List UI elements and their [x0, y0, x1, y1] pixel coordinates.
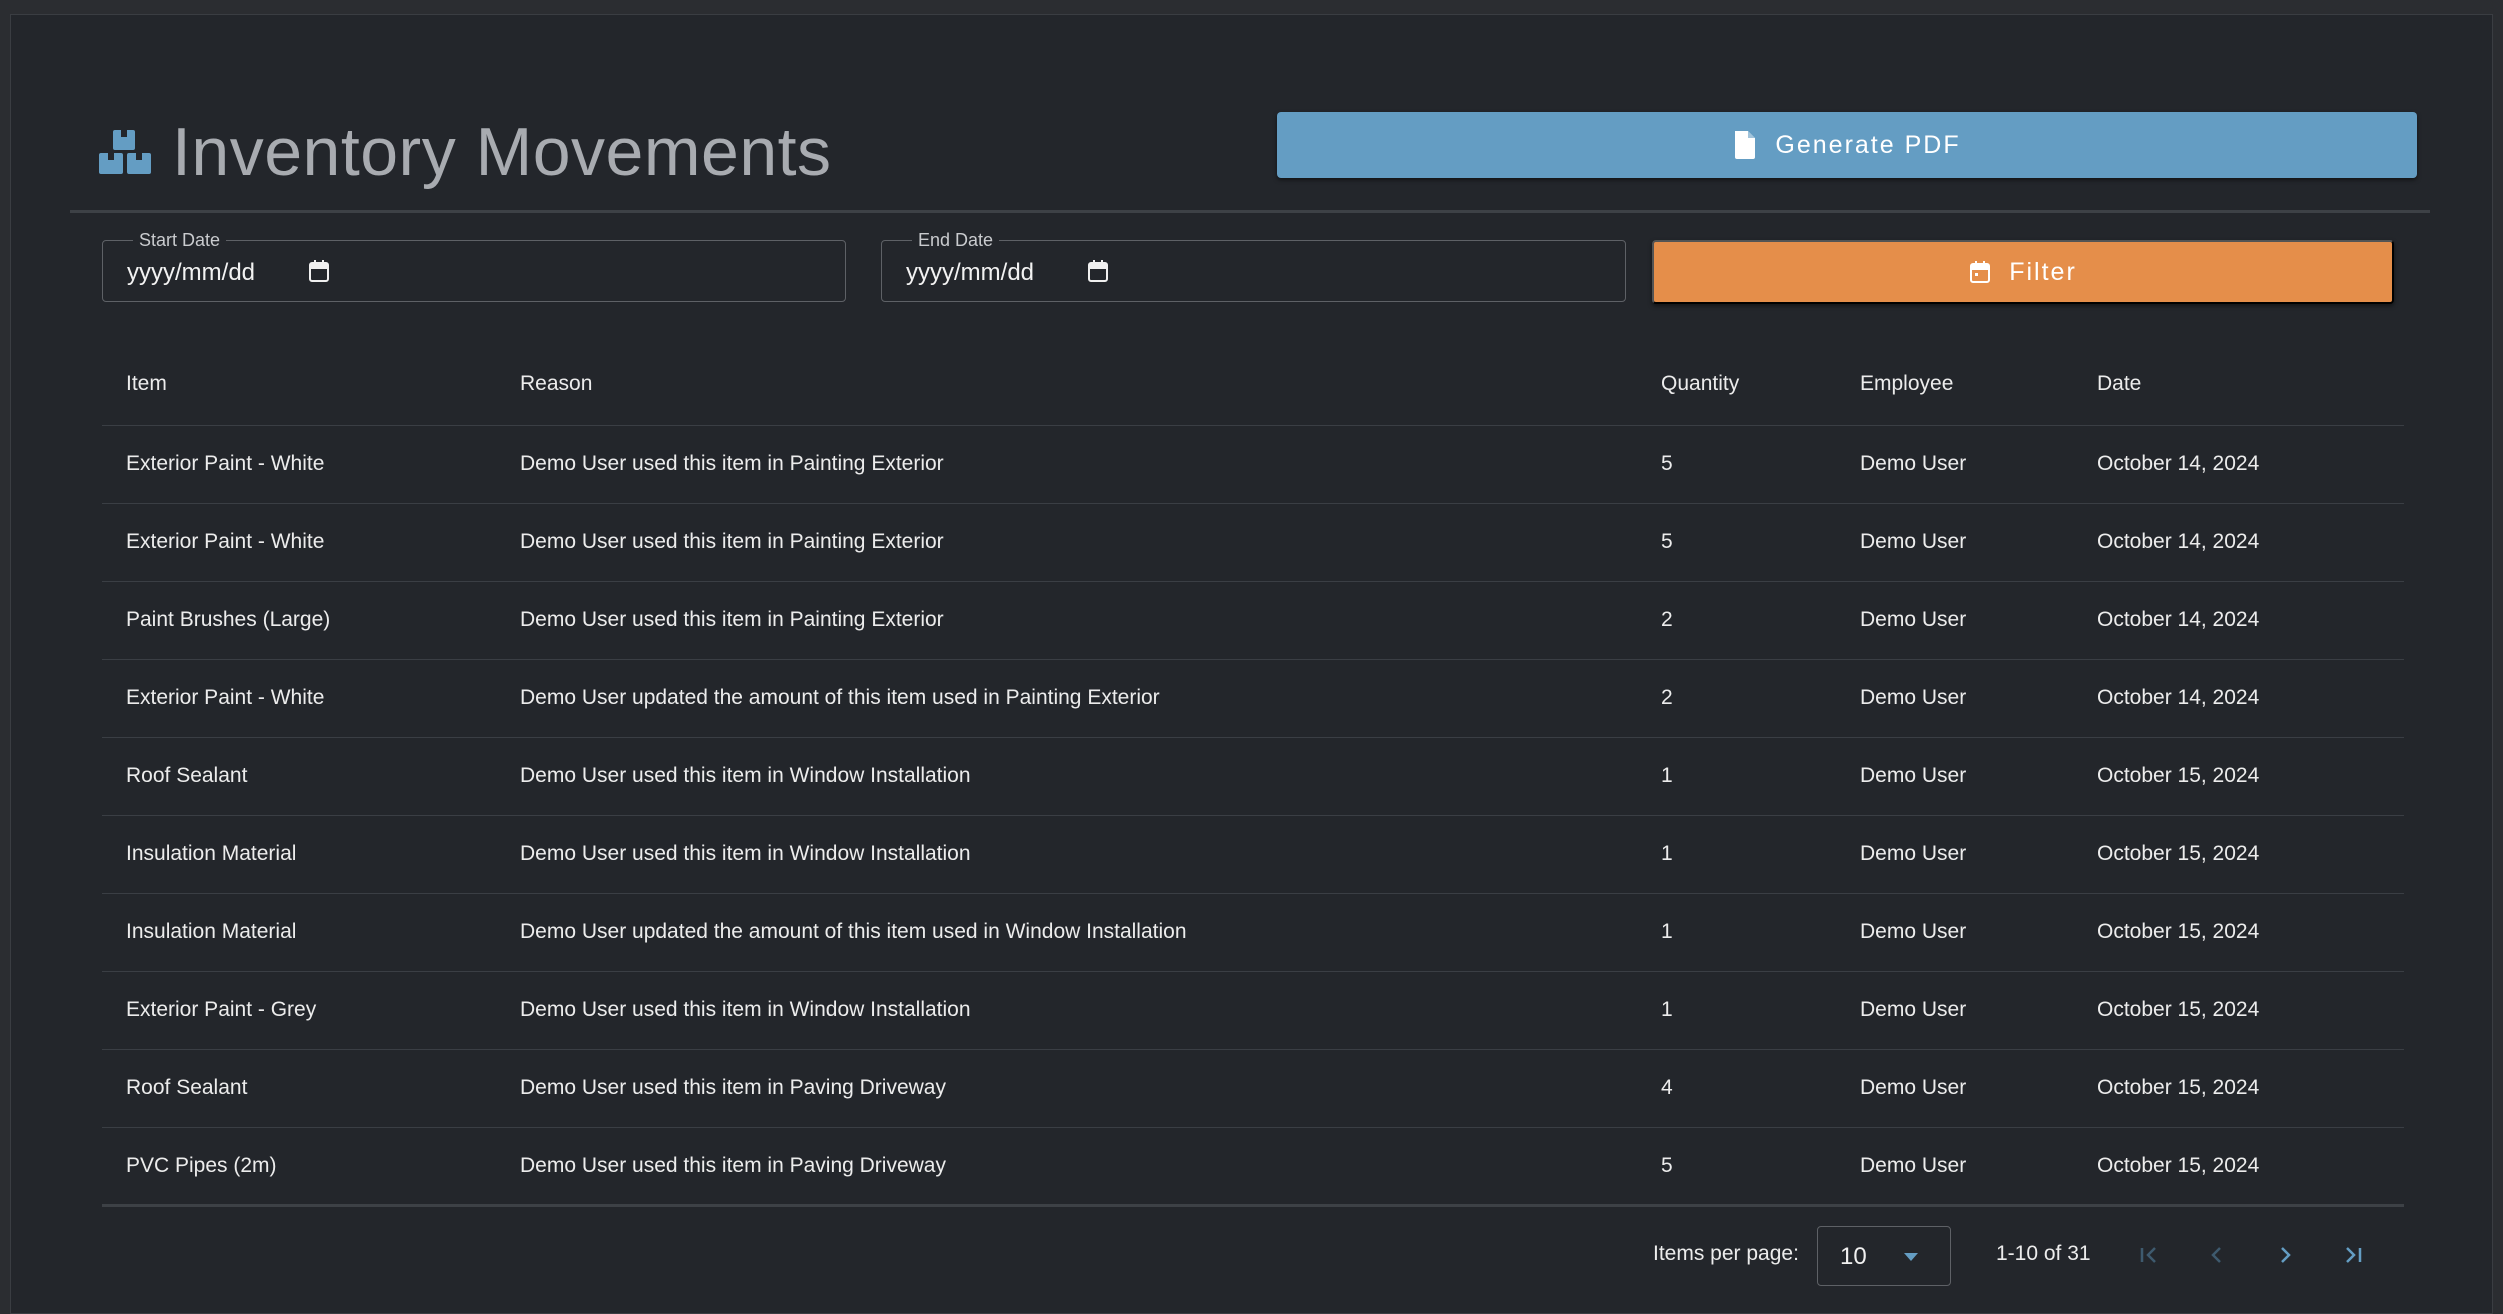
- cell-date: October 15, 2024: [2073, 1127, 2404, 1207]
- cell-employee: Demo User: [1836, 737, 2073, 816]
- cell-date: October 14, 2024: [2073, 581, 2404, 660]
- cell-quantity: 1: [1637, 815, 1836, 894]
- table-row[interactable]: Exterior Paint - White Demo User updated …: [102, 659, 2404, 738]
- calendar-picker-icon[interactable]: [308, 259, 330, 283]
- end-date-legend: End Date: [912, 230, 1000, 251]
- cell-employee: Demo User: [1836, 425, 2073, 504]
- end-date-field[interactable]: End Date yyyy/mm/dd: [881, 230, 1626, 302]
- items-per-page-value: 10: [1840, 1243, 1867, 1270]
- generate-pdf-button[interactable]: Generate PDF: [1277, 112, 2417, 178]
- cell-item: Exterior Paint - White: [102, 503, 496, 582]
- boxes-icon: [99, 130, 151, 174]
- cell-employee: Demo User: [1836, 815, 2073, 894]
- cell-date: October 15, 2024: [2073, 737, 2404, 816]
- cell-employee: Demo User: [1836, 893, 2073, 972]
- cell-item: Exterior Paint - White: [102, 425, 496, 504]
- table-header-row: Item Reason Quantity Employee Date: [102, 343, 2404, 426]
- previous-page-icon[interactable]: [2202, 1240, 2232, 1270]
- next-page-icon[interactable]: [2270, 1240, 2300, 1270]
- column-header-employee[interactable]: Employee: [1836, 343, 2073, 426]
- table-row[interactable]: Exterior Paint - White Demo User used thi…: [102, 503, 2404, 582]
- paginator: Items per page: 10 1-10 of 31: [1650, 1226, 2410, 1290]
- cell-date: October 14, 2024: [2073, 503, 2404, 582]
- cell-item: Paint Brushes (Large): [102, 581, 496, 660]
- column-header-reason[interactable]: Reason: [496, 343, 1637, 426]
- cell-reason: Demo User used this item in Paving Drive…: [496, 1049, 1637, 1128]
- cell-date: October 14, 2024: [2073, 659, 2404, 738]
- cell-quantity: 5: [1637, 425, 1836, 504]
- cell-quantity: 5: [1637, 503, 1836, 582]
- cell-item: Exterior Paint - Grey: [102, 971, 496, 1050]
- cell-employee: Demo User: [1836, 659, 2073, 738]
- cell-item: Exterior Paint - White: [102, 659, 496, 738]
- cell-date: October 14, 2024: [2073, 425, 2404, 504]
- movements-table: Item Reason Quantity Employee Date Exter…: [102, 343, 2404, 1207]
- column-header-item[interactable]: Item: [102, 343, 496, 426]
- column-header-date[interactable]: Date: [2073, 343, 2404, 426]
- cell-reason: Demo User used this item in Window Insta…: [496, 971, 1637, 1050]
- calendar-picker-icon[interactable]: [1087, 259, 1109, 283]
- items-per-page-select[interactable]: 10: [1817, 1226, 1951, 1286]
- table-body: Exterior Paint - White Demo User used thi…: [102, 425, 2404, 1207]
- cell-quantity: 5: [1637, 1127, 1836, 1207]
- table-row[interactable]: Exterior Paint - White Demo User used thi…: [102, 425, 2404, 504]
- start-date-legend: Start Date: [133, 230, 227, 251]
- filter-button[interactable]: Filter: [1652, 240, 2394, 304]
- start-date-field[interactable]: Start Date yyyy/mm/dd: [102, 230, 846, 302]
- cell-reason: Demo User used this item in Paving Drive…: [496, 1127, 1637, 1207]
- calendar-icon: [1970, 261, 1991, 283]
- cell-item: PVC Pipes (2m): [102, 1127, 496, 1207]
- cell-employee: Demo User: [1836, 1049, 2073, 1128]
- title-wrap: Inventory Movements: [98, 110, 832, 194]
- cell-date: October 15, 2024: [2073, 893, 2404, 972]
- table-row[interactable]: Paint Brushes (Large) Demo User used this…: [102, 581, 2404, 660]
- header-divider: [70, 210, 2430, 213]
- cell-item: Roof Sealant: [102, 737, 496, 816]
- cell-quantity: 2: [1637, 659, 1836, 738]
- cell-reason: Demo User used this item in Painting Ext…: [496, 425, 1637, 504]
- column-header-quantity[interactable]: Quantity: [1637, 343, 1836, 426]
- items-per-page-label: Items per page:: [1653, 1242, 1799, 1265]
- cell-item: Roof Sealant: [102, 1049, 496, 1128]
- file-icon: [1735, 131, 1756, 159]
- cell-employee: Demo User: [1836, 581, 2073, 660]
- last-page-icon[interactable]: [2338, 1240, 2368, 1270]
- cell-reason: Demo User updated the amount of this ite…: [496, 893, 1637, 972]
- page-range-label: 1-10 of 31: [1996, 1242, 2091, 1265]
- cell-item: Insulation Material: [102, 815, 496, 894]
- first-page-icon[interactable]: [2134, 1240, 2164, 1270]
- page-title: Inventory Movements: [172, 114, 832, 190]
- cell-reason: Demo User used this item in Painting Ext…: [496, 581, 1637, 660]
- cell-reason: Demo User used this item in Window Insta…: [496, 815, 1637, 894]
- cell-date: October 15, 2024: [2073, 815, 2404, 894]
- start-date-input[interactable]: yyyy/mm/dd: [127, 259, 255, 287]
- table-row[interactable]: Exterior Paint - Grey Demo User used this…: [102, 971, 2404, 1050]
- table-row[interactable]: Insulation Material Demo User used this i…: [102, 815, 2404, 894]
- table-row[interactable]: Insulation Material Demo User updated the…: [102, 893, 2404, 972]
- chevron-down-icon: [1904, 1253, 1918, 1261]
- cell-quantity: 1: [1637, 971, 1836, 1050]
- cell-employee: Demo User: [1836, 503, 2073, 582]
- cell-quantity: 1: [1637, 737, 1836, 816]
- cell-reason: Demo User updated the amount of this ite…: [496, 659, 1637, 738]
- cell-date: October 15, 2024: [2073, 971, 2404, 1050]
- cell-employee: Demo User: [1836, 971, 2073, 1050]
- table-row[interactable]: Roof Sealant Demo User used this item in …: [102, 1049, 2404, 1128]
- cell-item: Insulation Material: [102, 893, 496, 972]
- cell-employee: Demo User: [1836, 1127, 2073, 1207]
- cell-reason: Demo User used this item in Window Insta…: [496, 737, 1637, 816]
- table-row[interactable]: Roof Sealant Demo User used this item in …: [102, 737, 2404, 816]
- table-row[interactable]: PVC Pipes (2m) Demo User used this item i…: [102, 1127, 2404, 1207]
- cell-quantity: 4: [1637, 1049, 1836, 1128]
- cell-quantity: 2: [1637, 581, 1836, 660]
- filter-label: Filter: [2009, 257, 2077, 286]
- cell-date: October 15, 2024: [2073, 1049, 2404, 1128]
- cell-quantity: 1: [1637, 893, 1836, 972]
- page-header: Inventory Movements Generate PDF: [70, 100, 2430, 220]
- end-date-input[interactable]: yyyy/mm/dd: [906, 259, 1034, 287]
- cell-reason: Demo User used this item in Painting Ext…: [496, 503, 1637, 582]
- generate-pdf-label: Generate PDF: [1775, 130, 1961, 159]
